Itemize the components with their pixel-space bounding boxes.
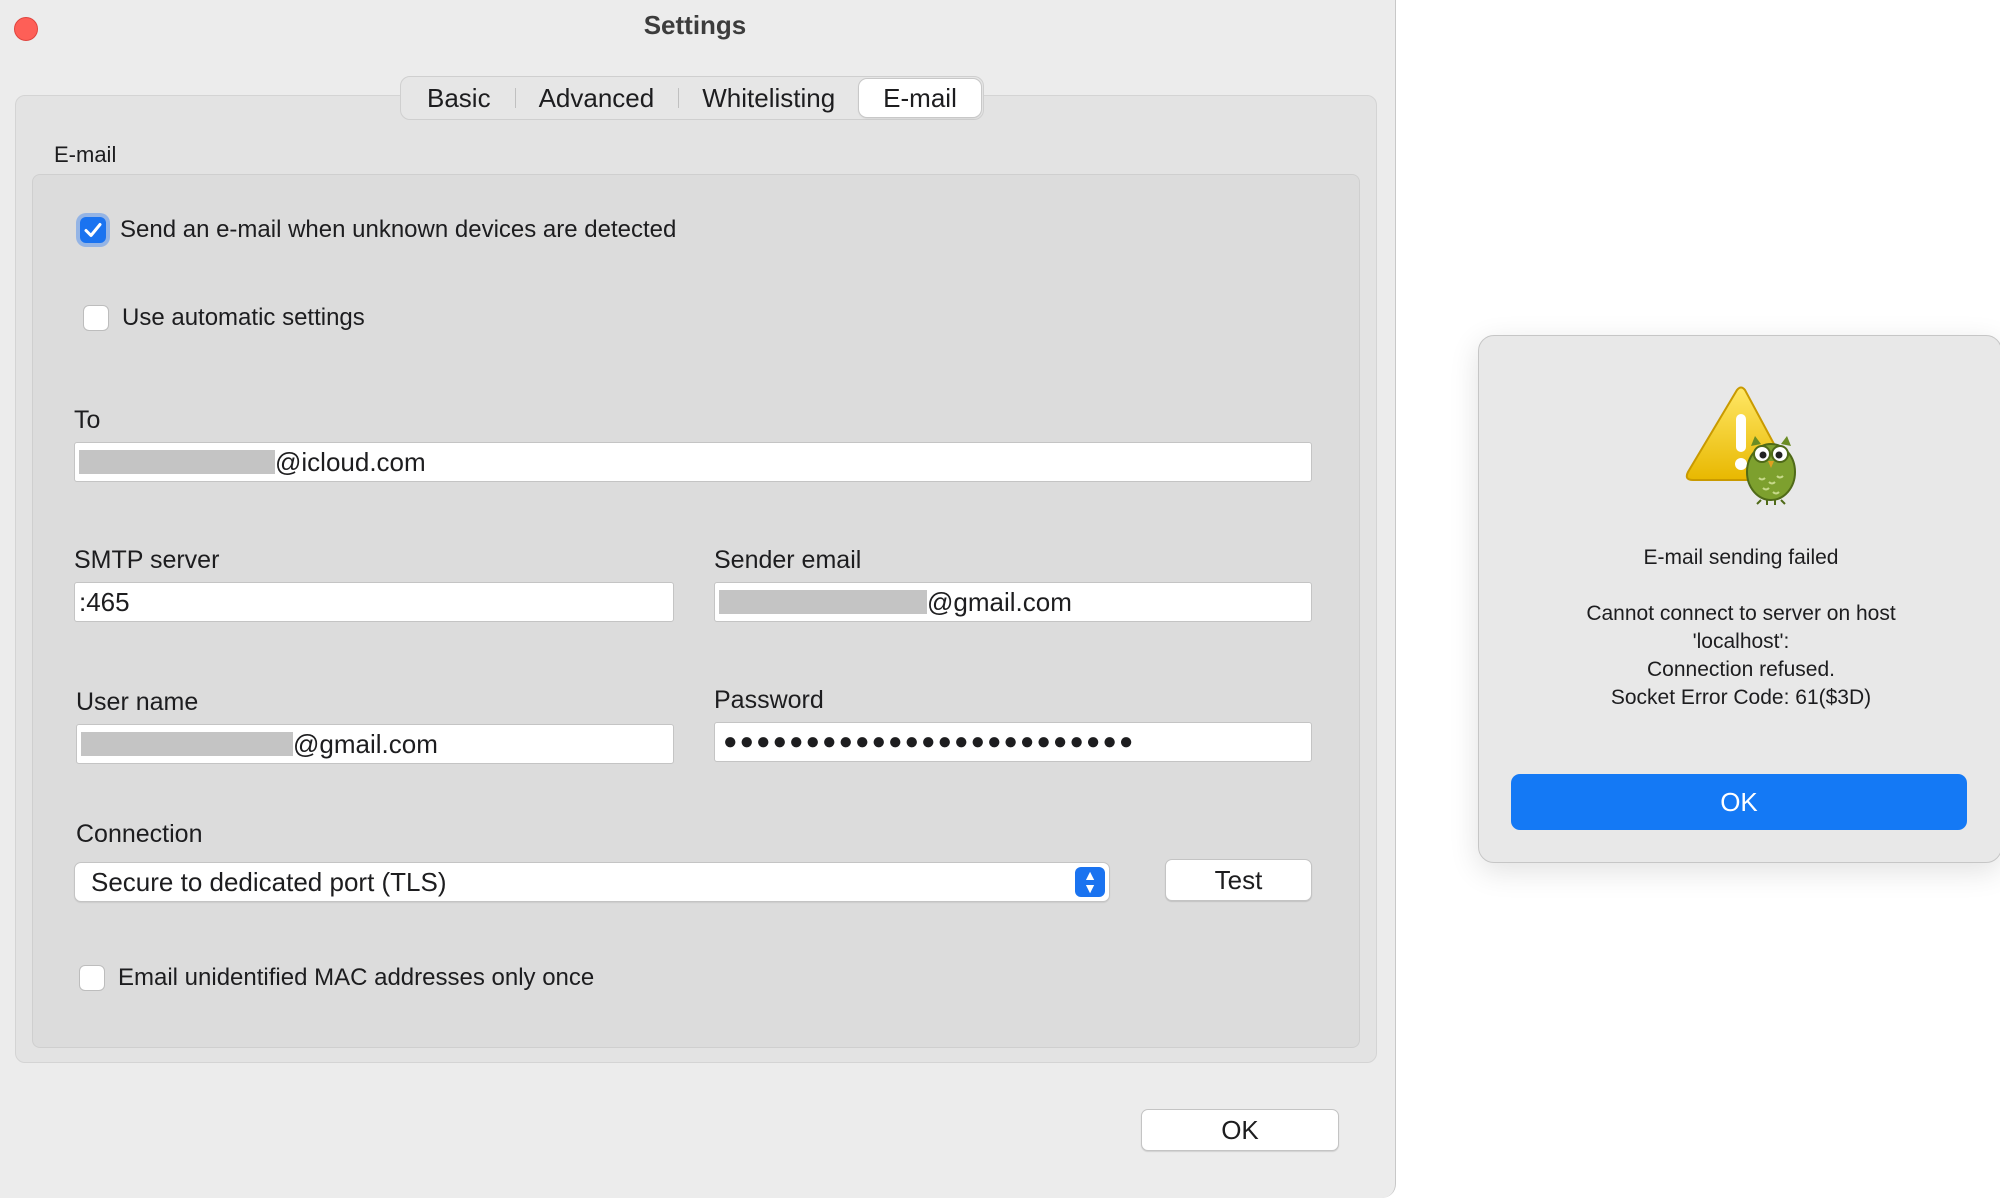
smtp-server-label: SMTP server — [74, 546, 220, 574]
password-label: Password — [714, 686, 824, 714]
email-once-label: Email unidentified MAC addresses only on… — [118, 964, 595, 991]
to-value: @icloud.com — [275, 447, 426, 477]
alert-message: Cannot connect to server on host 'localh… — [1499, 600, 1983, 712]
tab-email[interactable]: E-mail — [859, 79, 981, 117]
settings-window: Settings Basic Advanced Whitelisting E-m… — [0, 0, 1396, 1198]
email-group-label: E-mail — [54, 142, 117, 167]
connection-select[interactable]: Secure to dedicated port (TLS) ▲ ▼ — [74, 862, 1110, 902]
auto-settings-checkbox[interactable] — [83, 305, 109, 331]
email-once-checkbox[interactable] — [79, 965, 105, 991]
send-email-label: Send an e-mail when unknown devices are … — [120, 216, 677, 243]
to-label: To — [74, 406, 101, 434]
updown-arrows-icon: ▲ ▼ — [1075, 867, 1105, 897]
connection-value: Secure to dedicated port (TLS) — [91, 867, 447, 897]
alert-message-line: Connection refused. — [1647, 658, 1835, 681]
tab-basic[interactable]: Basic — [403, 79, 515, 117]
ok-button[interactable]: OK — [1141, 1109, 1339, 1151]
smtp-server-value: :465 — [79, 587, 130, 617]
alert-message-line: 'localhost': — [1692, 630, 1790, 653]
to-input[interactable]: @icloud.com — [74, 442, 1312, 482]
redacted-text — [79, 450, 275, 475]
title-bar: Settings — [0, 0, 1395, 56]
sender-email-value: @gmail.com — [927, 587, 1072, 617]
connection-label: Connection — [76, 820, 203, 848]
tab-advanced[interactable]: Advanced — [514, 79, 679, 117]
tab-whitelisting[interactable]: Whitelisting — [678, 79, 859, 117]
alert-dialog: E-mail sending failed Cannot connect to … — [1478, 335, 2000, 863]
auto-settings-label: Use automatic settings — [122, 304, 365, 331]
redacted-text — [81, 732, 293, 757]
alert-title: E-mail sending failed — [1643, 546, 1839, 569]
tab-bar: Basic Advanced Whitelisting E-mail — [400, 76, 984, 120]
window-title: Settings — [643, 10, 747, 40]
warning-owl-icon — [1685, 386, 1796, 505]
checkmark-icon — [84, 223, 102, 237]
alert-ok-button[interactable]: OK — [1511, 774, 1967, 830]
test-button[interactable]: Test — [1165, 859, 1312, 901]
smtp-server-input[interactable]: :465 — [74, 582, 674, 622]
alert-message-line: Socket Error Code: 61($3D) — [1610, 686, 1872, 709]
user-name-input[interactable]: @gmail.com — [76, 724, 674, 764]
password-input[interactable]: ●●●●●●●●●●●●●●●●●●●●●●●●● — [714, 722, 1312, 762]
sender-email-label: Sender email — [714, 546, 862, 574]
redacted-text — [719, 590, 927, 615]
alert-message-line: Cannot connect to server on host — [1586, 602, 1896, 625]
user-name-value: @gmail.com — [293, 729, 438, 759]
password-value: ●●●●●●●●●●●●●●●●●●●●●●●●● — [723, 728, 1136, 755]
sender-email-input[interactable]: @gmail.com — [714, 582, 1312, 622]
send-email-checkbox[interactable] — [80, 217, 106, 243]
user-name-label: User name — [76, 688, 199, 716]
